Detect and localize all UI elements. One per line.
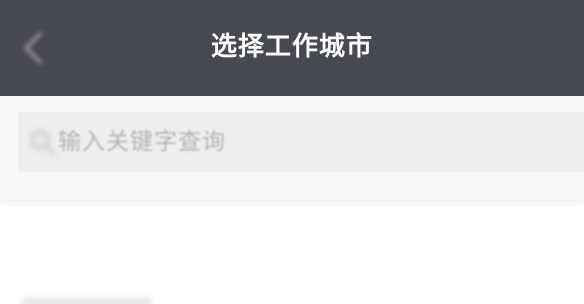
section-subtitle <box>22 298 152 304</box>
page-title: 选择工作城市 <box>210 32 373 62</box>
search-icon <box>28 128 58 158</box>
navigation-bar: 选择工作城市 <box>0 0 584 96</box>
city-picker-screen: 选择工作城市 输入关键字查询 <box>0 0 584 304</box>
search-area: 输入关键字查询 <box>0 96 584 206</box>
city-section <box>0 206 584 304</box>
divider <box>0 200 584 202</box>
search-placeholder: 输入关键字查询 <box>58 129 226 155</box>
search-input[interactable]: 输入关键字查询 <box>18 112 584 172</box>
